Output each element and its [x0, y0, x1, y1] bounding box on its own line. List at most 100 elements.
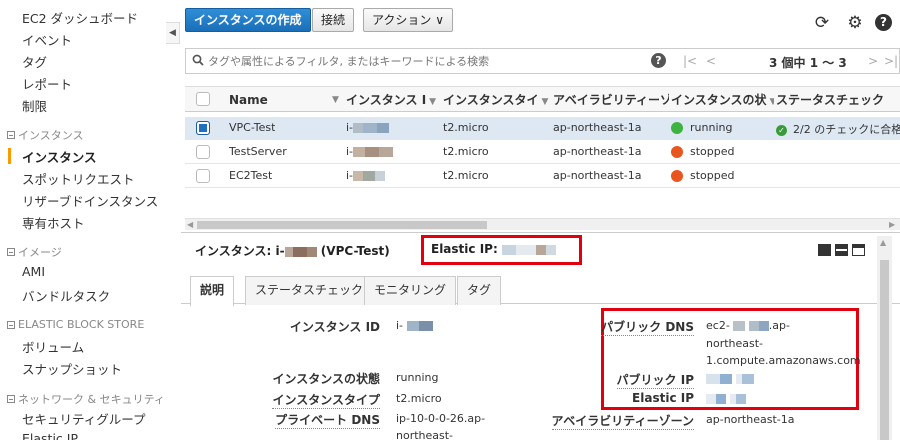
prev-page-button[interactable]: < — [706, 54, 716, 68]
actions-dropdown[interactable]: アクション ∨ — [363, 8, 453, 32]
field-value-public-ip — [706, 372, 754, 385]
scroll-up-icon[interactable]: ▲ — [880, 238, 886, 247]
field-value-public-dns-line3: 1.compute.amazonaws.com — [706, 354, 861, 367]
first-page-button[interactable]: |< — [683, 54, 697, 68]
layout-split-icon[interactable] — [835, 244, 848, 256]
sidebar-group-network-security[interactable]: ネットワーク & セキュリティ — [7, 391, 165, 407]
sidebar-item-elastic-ip[interactable]: Elastic IP — [22, 431, 78, 440]
sidebar-item-bundle-tasks[interactable]: バンドルタスク — [22, 286, 110, 305]
column-header-status-check[interactable]: ステータスチェック — [776, 87, 900, 113]
select-all-checkbox[interactable] — [196, 92, 210, 106]
stopped-status-icon — [671, 146, 683, 158]
layout-top-icon[interactable] — [852, 244, 865, 256]
sidebar-group-instances[interactable]: インスタンス — [7, 127, 84, 143]
search-input[interactable] — [208, 53, 628, 70]
sidebar-item-events[interactable]: イベント — [22, 30, 72, 49]
sidebar-item-tags[interactable]: タグ — [22, 52, 47, 71]
collapse-icon — [7, 248, 15, 256]
field-label-availability-zone: アベイラビリティーゾーン — [551, 414, 694, 430]
sidebar-item-dashboard[interactable]: EC2 ダッシュボード — [22, 8, 138, 27]
sidebar: EC2 ダッシュボード イベント タグ レポート 制限 インスタンス インスタン… — [0, 0, 165, 440]
table-row[interactable]: VPC-Test i- t2.micro ap-northeast-1a run… — [185, 117, 900, 140]
layout-bottom-icon[interactable] — [818, 244, 831, 256]
cell-instance-type: t2.micro — [443, 169, 489, 182]
row-checkbox[interactable] — [196, 121, 210, 135]
cell-instance-state: stopped — [690, 169, 735, 182]
stopped-status-icon — [671, 170, 683, 182]
horizontal-scrollbar[interactable]: ◀ ▶ — [185, 218, 900, 230]
column-header-instance-id[interactable]: インスタンス I ▼ — [346, 87, 441, 113]
field-label-public-dns: パブリック DNS — [601, 320, 694, 336]
cell-instance-id: i- — [346, 145, 394, 158]
active-marker — [8, 148, 11, 164]
cell-instance-type: t2.micro — [443, 145, 489, 158]
tab-tags[interactable]: タグ — [457, 276, 502, 305]
field-value-public-dns: ec2- .ap- — [706, 319, 790, 332]
refresh-icon[interactable]: ⟳ — [813, 14, 831, 32]
toolbar: インスタンスの作成 接続 アクション ∨ ⟳ ⚙ ? — [181, 0, 900, 46]
next-page-button[interactable]: > — [868, 54, 878, 68]
field-value-public-dns-line2: northeast- — [706, 337, 764, 350]
cell-instance-id: i- — [346, 121, 390, 134]
last-page-button[interactable]: >| — [884, 54, 898, 68]
collapse-icon — [7, 395, 15, 403]
tab-status-checks[interactable]: ステータスチェック — [245, 276, 374, 305]
column-header-name[interactable]: Name — [229, 87, 339, 113]
check-icon: ✓ — [776, 124, 787, 136]
column-header-instance-type[interactable]: インスタンスタイ ▼ — [443, 87, 551, 113]
field-label-instance-type: インスタンスタイプ — [272, 393, 380, 409]
cell-status-check: ✓ 2/2 のチェックに合格 — [776, 121, 900, 137]
detail-instance-label: インスタンス: i- (VPC-Test) — [195, 244, 390, 258]
sidebar-item-reports[interactable]: レポート — [22, 74, 72, 93]
row-checkbox[interactable] — [196, 169, 210, 183]
sidebar-item-limits[interactable]: 制限 — [22, 96, 47, 115]
search-icon — [192, 54, 204, 66]
sidebar-item-security-groups[interactable]: セキュリティグループ — [22, 409, 146, 428]
field-value-private-dns-cont: northeast- — [396, 429, 454, 440]
cell-availability-zone: ap-northeast-1a — [553, 169, 642, 182]
sort-icon[interactable]: ▼ — [332, 87, 339, 113]
cell-name: EC2Test — [229, 169, 273, 182]
scroll-left-icon[interactable]: ◀ — [187, 219, 193, 231]
field-label-private-dns: プライベート DNS — [275, 413, 380, 429]
field-value-availability-zone: ap-northeast-1a — [706, 413, 795, 426]
column-header-instance-state[interactable]: インスタンスの状 ▼ — [671, 87, 774, 113]
sidebar-item-dedicated-hosts[interactable]: 専有ホスト — [22, 213, 85, 232]
cell-instance-type: t2.micro — [443, 121, 489, 134]
sidebar-item-instances[interactable]: インスタンス — [22, 147, 97, 166]
pagination-text: 3 個中 1 ～ 3 — [769, 56, 847, 70]
sidebar-item-ami[interactable]: AMI — [22, 264, 45, 279]
tab-description[interactable]: 説明 — [190, 276, 235, 306]
sidebar-collapse-toggle[interactable]: ◀ — [166, 22, 180, 44]
scrollbar-thumb[interactable] — [197, 221, 487, 229]
vertical-scrollbar[interactable]: ▲ — [877, 236, 892, 440]
sidebar-item-snapshots[interactable]: スナップショット — [22, 359, 122, 378]
detail-header: インスタンス: i- (VPC-Test) Elastic IP: — [181, 232, 900, 265]
cell-name: VPC-Test — [229, 121, 276, 134]
running-status-icon — [671, 122, 683, 134]
sidebar-group-ebs[interactable]: ELASTIC BLOCK STORE — [7, 318, 144, 331]
column-header-availability-zone[interactable]: アベイラビリティーゾ▼ — [553, 87, 669, 113]
table-row[interactable]: TestServer i- t2.micro ap-northeast-1a s… — [185, 141, 900, 164]
sidebar-group-images[interactable]: イメージ — [7, 244, 62, 260]
main-panel: インスタンスの作成 接続 アクション ∨ ⟳ ⚙ ? ? |< < 3 個中 1… — [181, 0, 900, 440]
table-row[interactable]: EC2Test i- t2.micro ap-northeast-1a stop… — [185, 165, 900, 188]
launch-instance-button[interactable]: インスタンスの作成 — [185, 8, 311, 32]
connect-button[interactable]: 接続 — [312, 8, 355, 32]
sidebar-item-spot-requests[interactable]: スポットリクエスト — [22, 169, 135, 188]
detail-eip-label: Elastic IP: — [431, 242, 556, 256]
filter-bar: ? |< < 3 個中 1 ～ 3 > >| — [185, 48, 900, 74]
field-value-instance-state: running — [396, 371, 439, 384]
row-checkbox[interactable] — [196, 145, 210, 159]
scrollbar-thumb[interactable] — [880, 260, 889, 440]
sidebar-item-reserved-instances[interactable]: リザーブドインスタンス — [22, 191, 158, 210]
help-icon[interactable]: ? — [651, 53, 666, 68]
help-icon[interactable]: ? — [875, 14, 892, 31]
field-label-public-ip: パブリック IP — [616, 373, 694, 389]
sidebar-item-volumes[interactable]: ボリューム — [22, 337, 84, 356]
field-label-instance-state: インスタンスの状態 — [272, 372, 380, 386]
gear-icon[interactable]: ⚙ — [846, 14, 864, 32]
cell-instance-state: running — [690, 121, 733, 134]
tab-monitoring[interactable]: モニタリング — [364, 276, 457, 305]
scroll-right-icon[interactable]: ▶ — [889, 219, 895, 231]
